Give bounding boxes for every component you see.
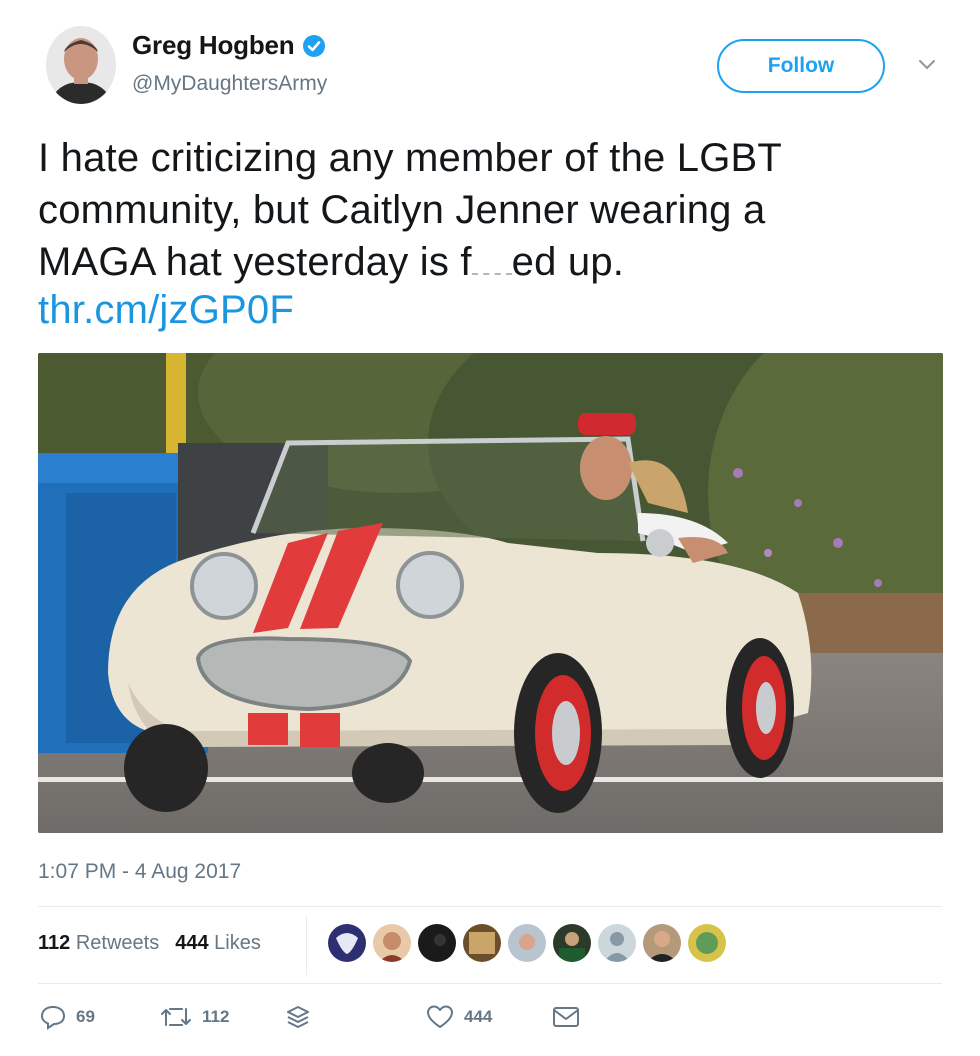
retweets-stat-count: 112 <box>38 932 71 954</box>
tweet-text-fragment: ed up. <box>511 240 625 284</box>
likes-stat-count: 444 <box>175 932 209 954</box>
tweet-text-line: MAGA hat yesterday is f ed up. <box>38 236 938 288</box>
user-handle[interactable]: @MyDaughtersArmy <box>132 72 327 96</box>
likers-avatars <box>328 924 726 962</box>
likes-stat[interactable]: 444 Likes <box>175 932 261 955</box>
tweet-text-line: community, but Caitlyn Jenner wearing a <box>38 188 766 232</box>
retweet-count: 112 <box>202 1007 230 1026</box>
liker-avatar[interactable] <box>418 924 456 962</box>
stats-separator <box>306 915 307 975</box>
retweets-stat[interactable]: 112 Retweets <box>38 932 159 955</box>
engagement-stats: 112 Retweets 444 Likes <box>38 932 261 955</box>
liker-avatar[interactable] <box>463 924 501 962</box>
tweet-photo[interactable] <box>38 353 943 833</box>
retweets-stat-label: Retweets <box>75 932 160 954</box>
user-avatar[interactable] <box>46 26 116 104</box>
likes-stat-label: Likes <box>214 932 261 954</box>
liker-avatar[interactable] <box>508 924 546 962</box>
liker-avatar[interactable] <box>328 924 366 962</box>
liker-avatar[interactable] <box>553 924 591 962</box>
mail-icon <box>553 1007 579 1027</box>
tweet-actions: 69 112 444 <box>40 1004 580 1030</box>
reply-icon <box>40 1005 66 1030</box>
display-name[interactable]: Greg Hogben <box>132 30 295 61</box>
retweet-icon <box>161 1008 191 1026</box>
verified-badge-icon <box>303 34 326 57</box>
divider <box>38 983 942 984</box>
like-count: 444 <box>464 1007 493 1026</box>
follow-button[interactable]: Follow <box>717 39 885 93</box>
reply-action[interactable]: 69 <box>40 1004 160 1030</box>
divider <box>38 906 942 907</box>
censored-mark <box>471 259 512 275</box>
heart-icon <box>427 1005 453 1028</box>
liker-avatar[interactable] <box>373 924 411 962</box>
retweet-action[interactable]: 112 <box>160 1005 286 1029</box>
liker-avatar[interactable] <box>598 924 636 962</box>
liker-avatar[interactable] <box>688 924 726 962</box>
tweet-text-fragment: MAGA hat yesterday is f <box>38 240 472 284</box>
stack-icon <box>287 1006 309 1028</box>
reply-count: 69 <box>76 1007 95 1026</box>
message-action[interactable] <box>552 1005 580 1029</box>
tweet-text: I hate criticizing any member of the LGB… <box>38 132 938 288</box>
chevron-down-icon[interactable] <box>914 56 940 74</box>
tweet-link[interactable]: thr.cm/jzGP0F <box>38 288 294 333</box>
like-action[interactable]: 444 <box>426 1004 552 1030</box>
liker-avatar[interactable] <box>643 924 681 962</box>
stack-action[interactable] <box>286 1004 426 1030</box>
tweet-timestamp[interactable]: 1:07 PM - 4 Aug 2017 <box>38 860 241 884</box>
tweet-text-line: I hate criticizing any member of the LGB… <box>38 136 783 180</box>
